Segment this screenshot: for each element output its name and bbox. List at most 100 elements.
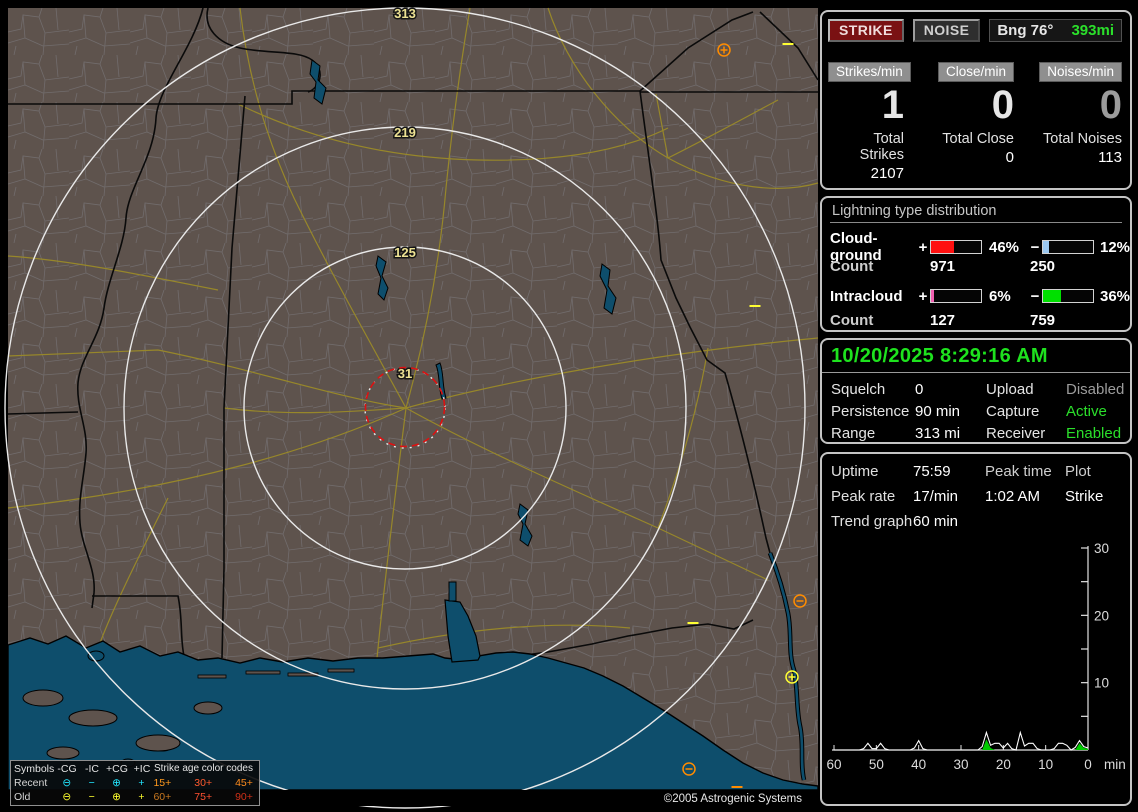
plus-ic-recent-icon: +: [130, 776, 154, 790]
distribution-row-cloud-ground: Cloud-ground + 46% − 12%: [822, 230, 1130, 254]
minus-cg-old-icon: ⊖: [54, 790, 80, 804]
minus-cg-pct: 12%: [1094, 239, 1130, 256]
legend-symbols-header: Symbols: [14, 762, 54, 776]
intracloud-count-row: Count 127 759: [822, 308, 1130, 332]
plot-value: Strike: [1065, 488, 1121, 505]
svg-text:10: 10: [1038, 757, 1053, 772]
counter-column-noises: Noises/min 0 Total Noises 113: [1014, 62, 1122, 182]
clock-panel: 10/20/2025 8:29:16 AM Squelch 0 Upload D…: [820, 338, 1132, 444]
svg-text:313: 313: [394, 6, 416, 21]
legend-col-plus-cg: +CG: [104, 762, 130, 776]
cloud-ground-count-row: Count 971 250: [822, 254, 1130, 278]
bearing-label: Bng 76°: [997, 22, 1053, 39]
strikes-per-min-value: 1: [828, 84, 904, 126]
svg-text:125: 125: [394, 245, 416, 260]
age-60: 60+: [153, 790, 194, 804]
plus-cg-bar: [930, 240, 982, 254]
receiver-status: Enabled: [1066, 425, 1124, 442]
minus-ic-count: 759: [1030, 312, 1122, 329]
map-legend: Symbols -CG -IC +CG +IC Strike age color…: [10, 760, 260, 806]
legend-col-plus-ic: +IC: [130, 762, 154, 776]
minus-ic-bar: [1042, 289, 1094, 303]
legend-row-old: Old: [14, 790, 54, 804]
strikes-panel: STRIKE NOISE Bng 76° 393mi Strikes/min 1…: [820, 10, 1132, 190]
upload-status: Disabled: [1066, 381, 1124, 398]
minus-cg-count: 250: [1030, 258, 1122, 275]
plus-cg-recent-icon: ⊕: [104, 776, 130, 790]
age-75: 75+: [194, 790, 235, 804]
peak-rate-value: 17/min: [913, 488, 985, 505]
svg-text:30: 30: [1094, 541, 1109, 556]
legend-row-recent: Recent: [14, 776, 54, 790]
svg-text:30: 30: [953, 757, 968, 772]
plus-ic-count: 127: [930, 312, 1030, 329]
svg-text:20: 20: [1094, 608, 1109, 623]
capture-status: Active: [1066, 403, 1124, 420]
age-30: 30+: [194, 776, 235, 790]
persistence-value: 90 min: [915, 403, 986, 420]
age-45: 45+: [235, 776, 259, 790]
minus-ic-pct: 36%: [1094, 288, 1130, 305]
noise-button[interactable]: NOISE: [913, 19, 981, 42]
persistence-label: Persistence: [831, 403, 915, 420]
receiver-label: Receiver: [986, 425, 1066, 442]
strike-button[interactable]: STRIKE: [828, 19, 904, 42]
peak-time-header: Peak time: [985, 463, 1065, 480]
minus-cg-bar: [1042, 240, 1094, 254]
counter-column-close: Close/min 0 Total Close 0: [904, 62, 1014, 182]
plot-header: Plot: [1065, 463, 1121, 480]
svg-text:40: 40: [911, 757, 926, 772]
status-panel: Uptime 75:59 Peak time Plot Peak rate 17…: [820, 452, 1132, 806]
bearing-distance: 393mi: [1071, 22, 1114, 39]
plus-ic-pct: 6%: [982, 288, 1028, 305]
svg-text:50: 50: [869, 757, 884, 772]
total-strikes-label: Total Strikes: [828, 131, 904, 163]
legend-col-minus-cg: -CG: [54, 762, 80, 776]
strikes-per-min-chip: Strikes/min: [828, 62, 911, 82]
capture-label: Capture: [986, 403, 1066, 420]
minus-ic-recent-icon: −: [80, 776, 104, 790]
minus-sign: −: [1028, 288, 1042, 305]
legend-age-header: Strike age color codes: [154, 762, 253, 776]
count-label: Count: [830, 312, 916, 329]
counter-column-strikes: Strikes/min 1 Total Strikes 2107: [828, 62, 904, 182]
plus-ic-old-icon: +: [130, 790, 154, 804]
plus-sign: +: [916, 239, 930, 256]
total-close-value: 0: [904, 149, 1014, 166]
intracloud-label: Intracloud: [830, 288, 916, 305]
copyright-text: ©2005 Astrogenic Systems: [664, 793, 802, 805]
upload-label: Upload: [986, 381, 1066, 398]
plus-cg-pct: 46%: [982, 239, 1028, 256]
minus-ic-old-icon: −: [80, 790, 104, 804]
svg-text:10: 10: [1094, 676, 1109, 691]
legend-col-minus-ic: -IC: [80, 762, 104, 776]
age-15: 15+: [153, 776, 194, 790]
range-value: 313 mi: [915, 425, 986, 442]
total-noises-value: 113: [1014, 149, 1122, 166]
total-noises-label: Total Noises: [1014, 131, 1122, 147]
bearing-indicator: Bng 76° 393mi: [989, 19, 1122, 42]
svg-text:219: 219: [394, 125, 416, 140]
svg-text:min: min: [1104, 757, 1126, 772]
map-svg[interactable]: 31321912531 ©2005 Astrogenic Systems: [8, 8, 818, 806]
age-90: 90+: [235, 790, 259, 804]
trend-graph-label: Trend graph: [831, 513, 913, 530]
count-label: Count: [830, 258, 916, 275]
close-per-min-chip: Close/min: [938, 62, 1014, 82]
status-grid: Uptime 75:59 Peak time Plot Peak rate 17…: [822, 454, 1130, 530]
trend-chart-svg: 1020306050403020100min: [830, 540, 1122, 778]
svg-text:60: 60: [826, 757, 841, 772]
plus-sign: +: [916, 288, 930, 305]
noises-per-min-value: 0: [1014, 84, 1122, 126]
minus-cg-recent-icon: ⊖: [54, 776, 80, 790]
squelch-label: Squelch: [831, 381, 915, 398]
squelch-value: 0: [915, 381, 986, 398]
distribution-row-intracloud: Intracloud + 6% − 36%: [822, 284, 1130, 308]
plus-cg-count: 971: [930, 258, 1030, 275]
noises-per-min-chip: Noises/min: [1039, 62, 1122, 82]
range-label: Range: [831, 425, 915, 442]
plus-cg-old-icon: ⊕: [104, 790, 130, 804]
distribution-title: Lightning type distribution: [830, 198, 1122, 223]
total-close-label: Total Close: [904, 131, 1014, 147]
trend-window-value: 60 min: [913, 513, 985, 530]
